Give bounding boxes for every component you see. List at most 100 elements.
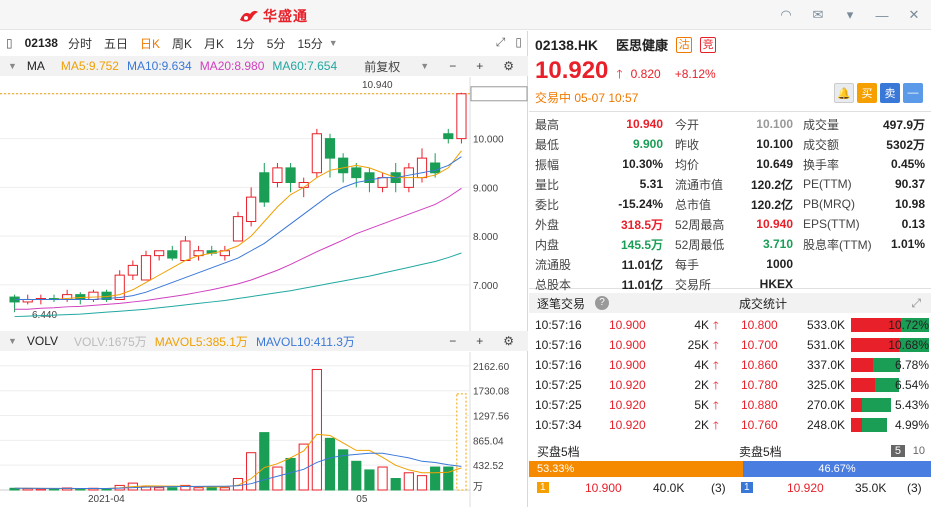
- stat-cell: 昨收 10.100: [675, 134, 793, 154]
- stat-cell: 均价 10.649: [675, 154, 793, 174]
- plus-icon[interactable]: +: [476, 334, 483, 348]
- minimize-icon[interactable]: —: [873, 6, 891, 24]
- collapse-icon[interactable]: ▼: [8, 336, 17, 346]
- arrow-up-icon: 🡑: [713, 400, 719, 412]
- tab-period-6[interactable]: 5分: [261, 35, 292, 52]
- stat-cell: 外盘 318.5万: [535, 214, 663, 234]
- stat-key: 总股本: [535, 277, 572, 292]
- headset-icon[interactable]: ◠: [777, 6, 795, 24]
- collapse-icon[interactable]: ▼: [8, 61, 17, 71]
- volume-bar: [285, 457, 296, 491]
- gear-icon[interactable]: ⚙: [503, 59, 514, 73]
- quote-code: 02138.HK: [535, 36, 599, 53]
- chevron-down-icon[interactable]: ▼: [420, 61, 429, 71]
- volume-bar: [403, 472, 414, 491]
- stat-key: 量比: [535, 177, 560, 192]
- stat-value: 1000: [766, 257, 793, 271]
- tab-period-4[interactable]: 月K: [198, 35, 230, 52]
- arrow-up-icon: 🡑: [713, 360, 719, 372]
- tick-price: 10.920: [609, 418, 646, 432]
- tick-row: 10:57:25 10.920 5K 🡑 10.880 270.0K 5.43%: [529, 395, 931, 415]
- ma-legend: ▼ MA MA5:9.752 MA10:9.634 MA20:8.980 MA6…: [0, 56, 528, 76]
- quote-panel: 02138.HK 医思健康 沽 竞 10.920 🡑 0.820 +8.12% …: [529, 31, 931, 507]
- tab-period-0[interactable]: 分时: [62, 35, 98, 52]
- stat-key: EPS(TTM): [803, 217, 860, 231]
- deal-pct: 6.78%: [894, 358, 929, 372]
- book-level-1: 1 10.900 40.0K (3) 1 10.920 35.0K (3): [529, 479, 931, 499]
- deal-price: 10.700: [741, 338, 778, 352]
- volume-bar: [416, 475, 428, 491]
- panel-icon[interactable]: ▯: [515, 35, 522, 50]
- tab-period-2[interactable]: 日K: [134, 35, 166, 52]
- mail-icon[interactable]: ✉: [809, 6, 827, 24]
- tab-period-7[interactable]: 15分: [291, 35, 328, 52]
- book-section-header: 买盘5档 卖盘5档 5 10: [529, 441, 931, 461]
- volume-bar: [154, 487, 165, 491]
- volume-bar: [443, 466, 454, 491]
- arrow-up-icon: 🡑: [713, 340, 719, 352]
- stat-key: PE(TTM): [803, 177, 852, 191]
- tick-price: 10.900: [609, 338, 646, 352]
- depth-5-button[interactable]: 5: [890, 445, 905, 457]
- ticks-section-header: 逐笔交易 ? 成交统计 ⤢: [529, 293, 931, 313]
- tab-period-3[interactable]: 周K: [166, 35, 198, 52]
- tick-qty: 2K: [694, 378, 709, 392]
- stat-key: 成交量: [803, 117, 840, 132]
- candle-body: [259, 172, 270, 203]
- stat-key: 流通股: [535, 257, 572, 272]
- minus-icon[interactable]: −: [449, 59, 456, 73]
- ma5-value: MA5:9.752: [60, 59, 119, 73]
- sidebar-toggle-icon[interactable]: ▯: [6, 36, 13, 50]
- deal-pct: 10.68%: [888, 338, 929, 352]
- buy-book-title: 买盘5档: [537, 444, 580, 459]
- x-tick-label: 2021-04: [88, 494, 125, 505]
- stat-value: 5302万: [886, 137, 925, 152]
- quote-name: 医思健康: [616, 38, 669, 53]
- tick-row: 10:57:16 10.900 25K 🡑 10.700 531.0K 10.68%: [529, 335, 931, 355]
- depth-10-button[interactable]: 10: [913, 445, 925, 457]
- bell-icon[interactable]: 🔔: [834, 83, 854, 103]
- tick-row: 10:57:16 10.900 4K 🡑 10.800 533.0K 10.72%: [529, 315, 931, 335]
- adjust-select[interactable]: 前复权: [364, 58, 400, 75]
- plus-icon[interactable]: +: [476, 59, 483, 73]
- expand-icon[interactable]: ⤢: [496, 35, 506, 50]
- sell-button[interactable]: 卖: [880, 83, 900, 103]
- volume-bar: [311, 368, 322, 491]
- volume-chart[interactable]: 2162.60 1730.08 1297.56 865.04 432.52 万 2021-0…: [0, 352, 528, 507]
- stat-value: 10.98: [894, 197, 925, 211]
- tab-period-5[interactable]: 1分: [230, 35, 261, 52]
- tick-time: 10:57:34: [535, 418, 582, 432]
- candle-body: [114, 274, 125, 300]
- close-icon[interactable]: ✕: [905, 6, 923, 24]
- arrow-up-icon: 🡑: [616, 67, 623, 81]
- shirt-icon[interactable]: ▾: [841, 6, 859, 24]
- chart-panel: ▯ 02138 分时 五日 日K 周K 月K 1分 5分 15分 ▼ ⤢ ▯ ▼…: [0, 31, 528, 507]
- stat-cell: 52周最高 10.940: [675, 214, 793, 234]
- minus-icon[interactable]: −: [449, 334, 456, 348]
- candle-body: [285, 167, 296, 183]
- help-icon[interactable]: ?: [595, 296, 610, 310]
- buy-button[interactable]: 买: [857, 83, 877, 103]
- candle-body: [88, 291, 99, 300]
- candle-body: [377, 177, 388, 188]
- stat-value: 1.01%: [890, 237, 925, 251]
- more-button[interactable]: —: [903, 83, 923, 103]
- last-price-box: [470, 86, 528, 102]
- tab-period-1[interactable]: 五日: [98, 35, 134, 52]
- gear-icon[interactable]: ⚙: [503, 334, 514, 348]
- stat-value: 145.5万: [620, 237, 663, 252]
- candle-body: [338, 157, 349, 174]
- vol-legend: ▼ VOLV VOLV:1675万 MAVOL5:385.1万 MAVOL10:…: [0, 331, 528, 351]
- candlestick-chart[interactable]: 10.92010.0009.0008.0007.00010.9406.440: [0, 77, 528, 331]
- deal-price: 10.760: [741, 418, 778, 432]
- tick-price: 10.920: [609, 398, 646, 412]
- stat-cell: 交易所 HKEX: [675, 274, 793, 294]
- volume-bar: [35, 488, 46, 491]
- stat-value: 120.2亿: [750, 177, 793, 192]
- expand-icon[interactable]: ⤢: [911, 296, 921, 311]
- chevron-down-icon[interactable]: ▼: [329, 38, 338, 48]
- ask-qty: 35.0K: [855, 481, 887, 495]
- stat-key: 流通市值: [675, 177, 724, 192]
- high-label: 10.940: [362, 80, 393, 91]
- stat-value: 90.37: [894, 177, 925, 191]
